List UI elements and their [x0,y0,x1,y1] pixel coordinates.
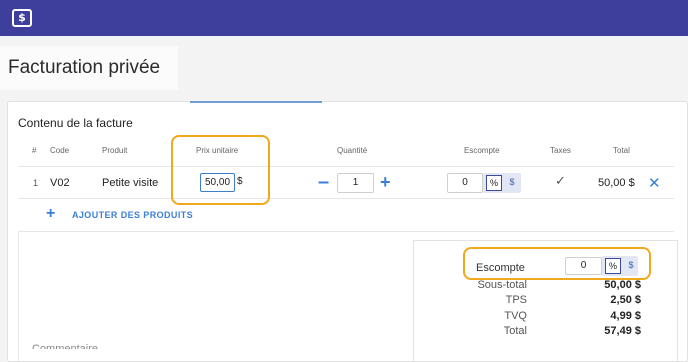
col-taxes-header: Taxes [550,146,571,155]
dollar-toggle-button[interactable]: $ [504,175,520,191]
col-total-header: Total [613,146,630,155]
row-product: Petite visite [102,177,159,189]
row-number: 1 [33,178,39,188]
add-icon[interactable]: + [46,206,55,222]
header-divider [18,166,674,167]
row-discount-type-toggle: % $ [483,173,521,193]
tvq-label: TVQ [504,310,527,322]
dollar-box-icon[interactable]: $ [12,9,32,27]
section-title: Contenu de la facture [18,116,133,130]
app-header: $ [0,0,688,36]
page-title: Facturation privée [8,57,161,78]
total-value: 57,49 $ [604,325,641,337]
col-code-header: Code [50,146,70,155]
add-products-button[interactable]: AJOUTER DES PRODUITS [72,210,193,220]
subtotal-value: 50,00 $ [604,279,641,291]
tvq-value: 4,99 $ [610,310,641,322]
unit-price-highlight [171,135,270,205]
col-quantity-header: Quantité [337,146,368,155]
percent-toggle-button[interactable]: % [486,175,502,191]
row-total: 50,00 $ [598,177,635,189]
subtotal-label: Sous-total [477,279,527,291]
close-icon[interactable]: ✕ [648,174,661,192]
col-num-header: # [32,146,37,155]
checkmark-icon[interactable]: ✓ [555,174,566,189]
tps-label: TPS [505,294,527,306]
comment-label: Commentaire [32,343,99,349]
quantity-input[interactable]: 1 [337,173,374,193]
row-divider [18,198,674,199]
row-code: V02 [50,177,70,189]
row-discount-input[interactable]: 0 [447,173,483,193]
summary-discount-highlight [463,247,651,280]
col-discount-header: Escompte [464,146,500,155]
left-border [18,231,19,362]
quantity-decrement-button[interactable]: – [318,172,329,192]
tps-value: 2,50 $ [610,294,641,306]
section-divider [18,231,674,232]
col-product-header: Produit [102,146,128,155]
total-label: Total [503,325,527,337]
quantity-increment-button[interactable]: + [380,173,391,191]
tab-indicator [190,101,322,103]
